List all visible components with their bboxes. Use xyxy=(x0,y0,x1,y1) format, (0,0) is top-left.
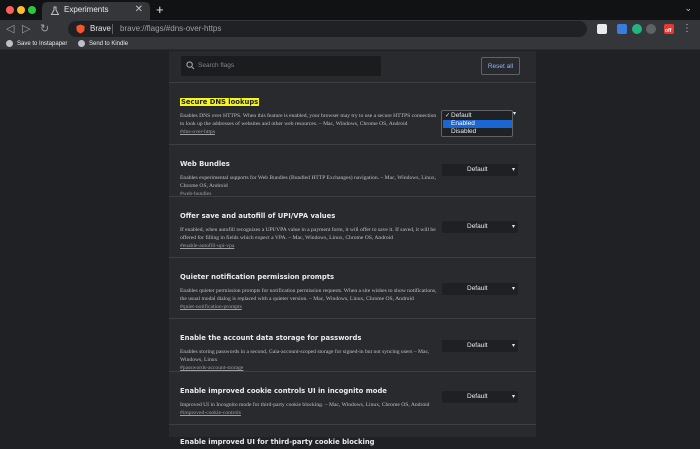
select-value: Default xyxy=(467,393,488,400)
flag-options-menu[interactable]: ✓ Default Enabled Disabled xyxy=(441,110,513,137)
window-minimize-button[interactable] xyxy=(17,6,25,14)
flag-select[interactable]: Default ▾ xyxy=(442,164,518,176)
window-close-button[interactable] xyxy=(6,6,14,14)
option-label: Disabled xyxy=(451,128,477,135)
kindle-icon xyxy=(78,39,85,47)
search-icon xyxy=(186,61,195,70)
flag-description: Enables DNS over HTTPS. When this featur… xyxy=(180,113,437,128)
reset-all-button[interactable]: Reset all xyxy=(481,57,520,75)
extension-badge: off xyxy=(665,28,672,34)
bookmark-label: Save to Instapaper xyxy=(17,41,68,47)
flag-title: Enable improved UI for third-party cooki… xyxy=(180,438,375,446)
bookmark-instapaper[interactable]: Save to Instapaper xyxy=(6,39,67,49)
divider xyxy=(169,257,536,258)
chevron-down-icon: ▾ xyxy=(511,343,515,349)
search-input[interactable]: Search flags xyxy=(181,56,381,76)
flag-item: Enable improved UI for third-party cooki… xyxy=(180,431,520,449)
select-value: Default xyxy=(467,223,488,230)
tab-search-chevron-icon[interactable]: ⌄ xyxy=(684,3,692,14)
flag-link[interactable]: #quiet-notification-prompts xyxy=(180,303,520,311)
chevron-down-icon: ▾ xyxy=(511,167,515,173)
instapaper-icon xyxy=(6,39,13,47)
chevron-down-icon: ▾ xyxy=(511,286,515,292)
flag-description: If enabled, when autofill recognizes a U… xyxy=(180,227,436,242)
flag-title: Enable improved cookie controls UI in in… xyxy=(180,387,387,395)
flag-title: Quieter notification permission prompts xyxy=(180,273,334,281)
chevron-down-icon: ▾ xyxy=(511,394,515,400)
translate-extension-icon[interactable] xyxy=(617,24,627,34)
select-value: Default xyxy=(467,285,488,292)
brave-shield-icon[interactable] xyxy=(76,24,85,34)
flag-title: Offer save and autofill of UPI/VPA value… xyxy=(180,212,336,220)
address-bar[interactable]: Brave brave://flags/#dns-over-https xyxy=(68,21,587,37)
flag-select[interactable]: Default ▾ xyxy=(442,221,518,233)
select-value: Default xyxy=(467,342,488,349)
flag-title: Secure DNS lookups xyxy=(180,98,260,106)
reload-button[interactable]: ↻ xyxy=(40,21,49,37)
select-value: Default xyxy=(467,166,488,173)
url-text[interactable]: brave://flags/#dns-over-https xyxy=(120,24,221,33)
flag-select[interactable]: Default ▾ xyxy=(442,391,518,403)
bookmarks-bar: Save to Instapaper Send to Kindle xyxy=(0,38,700,50)
search-placeholder: Search flags xyxy=(198,62,235,69)
dropdown-option-default[interactable]: ✓ Default xyxy=(443,112,512,120)
flag-select[interactable]: Default ▾ xyxy=(442,340,518,352)
grammar-extension-icon[interactable] xyxy=(632,24,642,34)
brand-label: Brave xyxy=(90,24,111,33)
flag-title: Enable the account data storage for pass… xyxy=(180,334,362,342)
divider xyxy=(169,196,536,197)
option-label: Enabled xyxy=(451,120,475,127)
dropdown-option-enabled[interactable]: Enabled xyxy=(443,120,512,128)
flag-title: Web Bundles xyxy=(180,160,230,168)
flag-description: Enables storing passwords in a second, G… xyxy=(180,349,430,364)
dropdown-option-disabled[interactable]: Disabled xyxy=(443,128,512,136)
flag-link[interactable]: #web-bundles xyxy=(180,190,520,198)
flag-description: Enables experimental supports for Web Bu… xyxy=(180,175,437,190)
forward-button[interactable]: ▷ xyxy=(22,21,30,37)
divider xyxy=(169,424,536,425)
flag-description: Enables quieter permission prompts for n… xyxy=(180,288,437,303)
bookmark-label: Send to Kindle xyxy=(89,41,129,47)
new-tab-button[interactable]: + xyxy=(156,2,164,18)
flag-description: Improved UI in Incognito mode for third-… xyxy=(180,402,430,408)
window-maximize-button[interactable] xyxy=(28,6,36,14)
tab-experiments[interactable]: Experiments ✕ xyxy=(42,2,150,20)
address-divider xyxy=(112,24,113,34)
tab-close-icon[interactable]: ✕ xyxy=(135,4,143,15)
flag-link[interactable]: #improved-cookie-controls xyxy=(180,409,520,417)
brave-rewards-icon[interactable] xyxy=(597,24,607,34)
tab-bar: Experiments ✕ + ⌄ xyxy=(0,0,700,20)
page-scrollbar[interactable] xyxy=(690,51,700,437)
divider xyxy=(169,318,536,319)
tab-title: Experiments xyxy=(64,5,109,14)
toolbar: ◁ ▷ ↻ Brave brave://flags/#dns-over-http… xyxy=(0,20,700,38)
divider xyxy=(169,82,536,83)
extension-icon[interactable] xyxy=(646,24,656,34)
bookmark-kindle[interactable]: Send to Kindle xyxy=(78,39,128,49)
flag-link[interactable]: #enable-autofill-upi-vpa xyxy=(180,242,520,250)
browser-menu-icon[interactable]: ⋮ xyxy=(682,21,692,37)
divider xyxy=(169,144,536,145)
divider xyxy=(169,371,536,372)
checkmark-icon: ✓ xyxy=(445,113,451,119)
flag-select[interactable]: Default ▾ xyxy=(442,283,518,295)
chevron-down-icon: ▾ xyxy=(511,224,515,230)
chevron-down-icon: ▾ xyxy=(513,111,517,117)
flask-icon xyxy=(50,6,60,15)
option-label: Default xyxy=(451,112,472,119)
back-button[interactable]: ◁ xyxy=(6,21,14,37)
